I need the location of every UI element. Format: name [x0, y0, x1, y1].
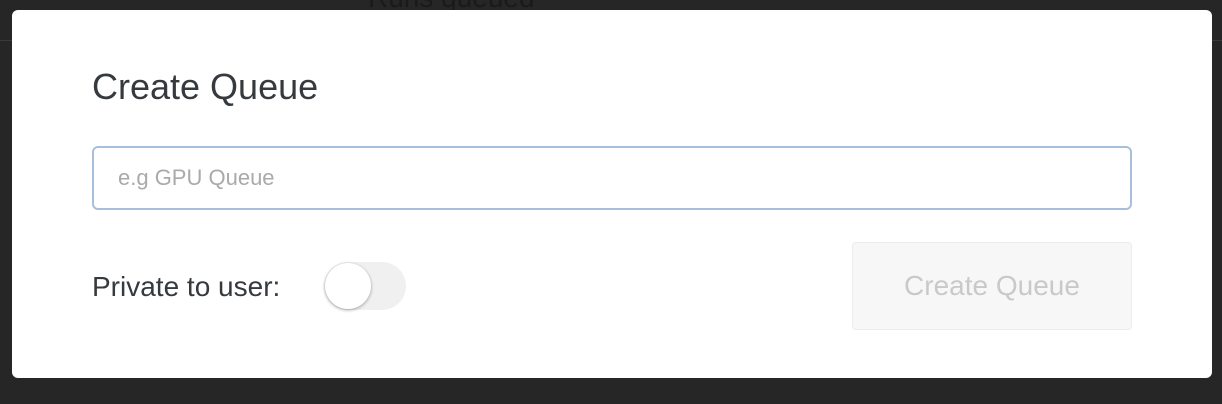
create-queue-dialog: Create Queue Private to user: Create Que… [12, 10, 1212, 378]
create-queue-button[interactable]: Create Queue [852, 242, 1132, 330]
private-to-user-label: Private to user: [92, 271, 281, 302]
dialog-title: Create Queue [92, 66, 319, 107]
queue-name-input[interactable] [92, 146, 1132, 210]
toggle-knob [325, 263, 371, 309]
private-to-user-toggle[interactable] [324, 262, 406, 310]
